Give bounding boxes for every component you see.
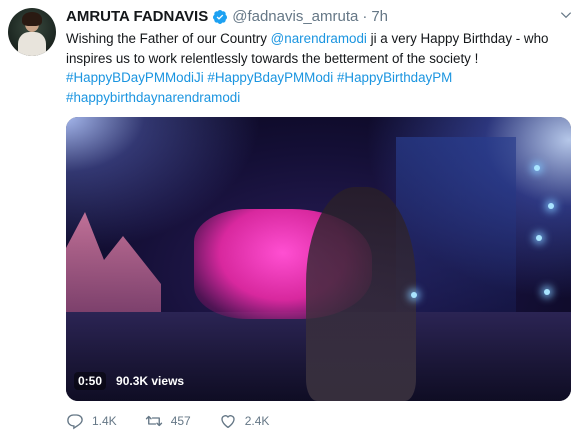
retweet-count: 457 (170, 414, 191, 428)
author-handle[interactable]: @fadnavis_amruta (232, 7, 358, 27)
verified-badge-icon (213, 10, 228, 24)
hashtag-link[interactable]: #HappyBdayPMModi (207, 70, 333, 85)
video-views: 90.3K views (116, 374, 185, 388)
video-player[interactable] (66, 117, 571, 401)
hashtag-link[interactable]: #HappyBDayPMModiJi (66, 70, 204, 85)
hashtag-link[interactable]: #happybirthdaynarendramodi (66, 90, 240, 105)
heart-icon (221, 415, 235, 429)
tweet-header: AMRUTA FADNAVIS @fadnavis_amruta · 7h (66, 7, 388, 27)
avatar-body (18, 32, 46, 56)
retweet-icon (145, 415, 162, 427)
avatar-hair (22, 12, 42, 26)
avatar[interactable] (8, 8, 56, 56)
reply-count: 1.4K (92, 414, 117, 428)
like-button[interactable]: 2.4K (219, 412, 270, 430)
foreground-silhouette (306, 187, 416, 401)
tweet-text: Wishing the Father of our Country @naren… (66, 29, 574, 107)
mention-link[interactable]: @narendramodi (271, 31, 367, 46)
hashtag-link[interactable]: #HappyBirthdayPM (337, 70, 452, 85)
like-count: 2.4K (244, 414, 270, 428)
tweet-actions: 1.4K 457 2.4K (66, 412, 297, 430)
author-name[interactable]: AMRUTA FADNAVIS (66, 7, 208, 27)
separator-dot: · (362, 8, 368, 25)
chevron-down-icon[interactable] (559, 8, 573, 22)
video-meta: 0:50 90.3K views (74, 372, 184, 390)
tweet-text-part1: Wishing the Father of our Country (66, 31, 271, 46)
reply-icon (67, 414, 83, 430)
video-duration: 0:50 (74, 372, 107, 390)
reply-button[interactable]: 1.4K (66, 412, 117, 430)
retweet-button[interactable]: 457 (145, 412, 191, 430)
tweet-time[interactable]: 7h (371, 7, 388, 27)
